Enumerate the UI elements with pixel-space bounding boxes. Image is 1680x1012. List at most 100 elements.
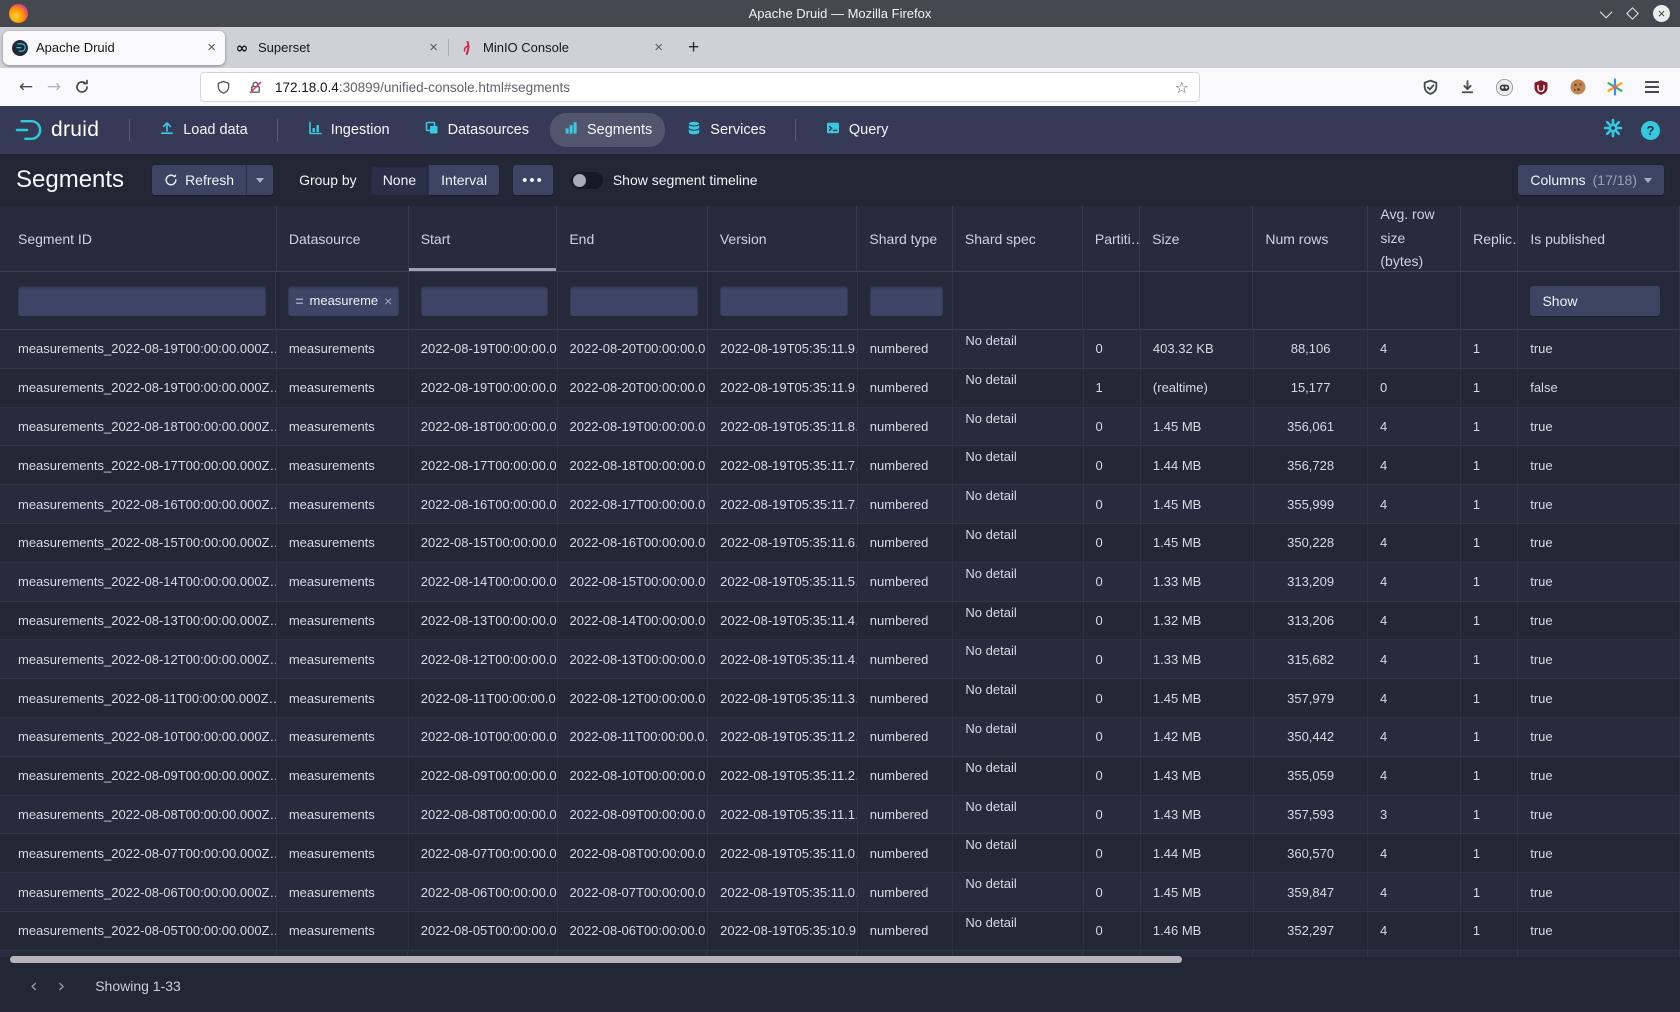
table-row[interactable]: measurements_2022-08-16T00:00:00.000Z…me…: [0, 485, 1680, 524]
back-button[interactable]: ←: [12, 73, 40, 101]
download-icon[interactable]: [1455, 75, 1479, 99]
filter-input[interactable]: [18, 286, 266, 316]
segment-id-cell[interactable]: measurements_2022-08-12T00:00:00.000Z…: [0, 640, 277, 678]
more-options-button[interactable]: •••: [513, 165, 553, 195]
column-header-8[interactable]: Size: [1140, 206, 1253, 271]
segment-id-cell[interactable]: measurements_2022-08-07T00:00:00.000Z…: [0, 834, 277, 872]
column-header-10[interactable]: Avg. row size (bytes): [1368, 206, 1461, 271]
table-row[interactable]: measurements_2022-08-19T00:00:00.000Z…me…: [0, 330, 1680, 369]
segment-id-cell[interactable]: measurements_2022-08-19T00:00:00.000Z…: [0, 330, 277, 368]
extension-mask-icon[interactable]: [1492, 75, 1516, 99]
column-header-1[interactable]: Datasource: [277, 206, 409, 271]
segment-id-cell[interactable]: measurements_2022-08-10T00:00:00.000Z…: [0, 718, 277, 756]
tab-minio-console[interactable]: MinIO Console ×: [450, 31, 672, 65]
cell: 0: [1084, 485, 1141, 523]
table-row[interactable]: measurements_2022-08-12T00:00:00.000Z…me…: [0, 640, 1680, 679]
segment-id-cell[interactable]: measurements_2022-08-16T00:00:00.000Z…: [0, 485, 277, 523]
refresh-button[interactable]: Refresh: [152, 165, 246, 195]
table-row[interactable]: measurements_2022-08-13T00:00:00.000Z…me…: [0, 602, 1680, 641]
table-row[interactable]: measurements_2022-08-07T00:00:00.000Z…me…: [0, 834, 1680, 873]
column-header-12[interactable]: Is published: [1518, 206, 1680, 271]
segment-timeline-toggle[interactable]: [571, 172, 603, 189]
segment-id-cell[interactable]: measurements_2022-08-05T00:00:00.000Z…: [0, 912, 277, 950]
table-row[interactable]: measurements_2022-08-10T00:00:00.000Z…me…: [0, 718, 1680, 757]
forward-button[interactable]: →: [40, 73, 68, 101]
column-header-3[interactable]: End: [557, 206, 708, 271]
column-header-0[interactable]: Segment ID: [0, 206, 277, 271]
bookmark-star-icon[interactable]: ☆: [1175, 78, 1189, 97]
url-bar[interactable]: 172.18.0.4:30899/unified-console.html#se…: [200, 72, 1200, 102]
new-tab-button[interactable]: +: [680, 37, 707, 59]
group-by-interval-button[interactable]: Interval: [428, 165, 499, 195]
help-icon[interactable]: ?: [1641, 121, 1660, 140]
segment-id-cell[interactable]: measurements_2022-08-06T00:00:00.000Z…: [0, 873, 277, 911]
table-row[interactable]: measurements_2022-08-17T00:00:00.000Z…me…: [0, 446, 1680, 485]
cell: [1461, 951, 1518, 957]
table-row[interactable]: measurements_2022-08-06T00:00:00.000Z…me…: [0, 873, 1680, 912]
segment-id-cell[interactable]: measurements_2022-08-15T00:00:00.000Z…: [0, 524, 277, 562]
nav-services[interactable]: Services: [673, 113, 779, 147]
segment-id-cell[interactable]: measurements_2022-08-19T00:00:00.000Z…: [0, 369, 277, 407]
tracking-protection-icon[interactable]: [211, 75, 235, 99]
cell: [1368, 951, 1461, 957]
filter-input[interactable]: [720, 286, 847, 316]
next-page-button[interactable]: ›: [48, 971, 76, 1001]
filter-input[interactable]: [870, 286, 943, 316]
refresh-dropdown-button[interactable]: [246, 165, 273, 195]
nav-datasources[interactable]: Datasources: [411, 113, 542, 147]
column-header-9[interactable]: Num rows: [1253, 206, 1368, 271]
column-header-7[interactable]: Partiti…: [1083, 206, 1140, 271]
nav-load-data[interactable]: Load data: [146, 113, 261, 147]
group-by-none-button[interactable]: None: [371, 165, 428, 195]
nav-segments[interactable]: Segments: [550, 113, 665, 147]
column-header-4[interactable]: Version: [708, 206, 858, 271]
table-row[interactable]: measurements_2022-08-14T00:00:00.000Z…me…: [0, 563, 1680, 602]
close-window-icon[interactable]: ×: [1653, 5, 1670, 22]
nav-ingestion[interactable]: Ingestion: [294, 113, 403, 147]
segment-id-cell[interactable]: measurements_2022-08-14T00:00:00.000Z…: [0, 563, 277, 601]
url-text: 172.18.0.4:30899/unified-console.html#se…: [275, 80, 1167, 95]
segment-id-cell[interactable]: measurements_2022-08-08T00:00:00.000Z…: [0, 796, 277, 834]
segment-id-cell[interactable]: measurements_2022-08-18T00:00:00.000Z…: [0, 408, 277, 446]
segment-id-cell[interactable]: measurements_2022-08-09T00:00:00.000Z…: [0, 757, 277, 795]
segment-id-cell[interactable]: measurements_2022-08-17T00:00:00.000Z…: [0, 446, 277, 484]
columns-button[interactable]: Columns (17/18): [1518, 165, 1664, 195]
tab-close-icon[interactable]: ×: [429, 39, 438, 56]
tab-close-icon[interactable]: ×: [207, 39, 216, 56]
column-header-5[interactable]: Shard type: [857, 206, 952, 271]
reload-button[interactable]: [68, 73, 96, 101]
table-row[interactable]: measurements_2022-08-18T00:00:00.000Z…me…: [0, 408, 1680, 447]
horizontal-scrollbar-thumb[interactable]: [10, 956, 1182, 963]
table-row[interactable]: measurements_2022-08-08T00:00:00.000Z…me…: [0, 796, 1680, 835]
cookie-extension-icon[interactable]: [1566, 75, 1590, 99]
is-published-filter-button[interactable]: Show: [1530, 286, 1660, 316]
extension-snowflake-icon[interactable]: [1603, 75, 1627, 99]
filter-input[interactable]: [570, 286, 698, 316]
prev-page-button[interactable]: ‹: [20, 971, 48, 1001]
segment-id-cell[interactable]: measurements_2022-08-11T00:00:00.000Z…: [0, 679, 277, 717]
druid-logo[interactable]: druid: [14, 117, 99, 143]
ublock-origin-icon[interactable]: [1529, 75, 1553, 99]
protections-shield-icon[interactable]: [1418, 75, 1442, 99]
tab-close-icon[interactable]: ×: [654, 39, 663, 56]
table-row[interactable]: measurements_2022-08-11T00:00:00.000Z…me…: [0, 679, 1680, 718]
column-header-2[interactable]: Start: [409, 206, 558, 271]
tab-superset[interactable]: ∞ Superset ×: [225, 31, 447, 65]
table-row[interactable]: measurements_2022-08-09T00:00:00.000Z…me…: [0, 757, 1680, 796]
table-row[interactable]: measurements_2022-08-05T00:00:00.000Z…me…: [0, 912, 1680, 951]
datasource-filter-input[interactable]: =measureme×: [288, 286, 399, 316]
remove-filter-icon[interactable]: ×: [384, 293, 392, 309]
table-row[interactable]: measurements_2022-08-19T00:00:00.000Z…me…: [0, 369, 1680, 408]
table-row[interactable]: measurements_2022-08-15T00:00:00.000Z…me…: [0, 524, 1680, 563]
nav-query[interactable]: Query: [812, 113, 902, 147]
cell: 1.45 MB: [1141, 485, 1254, 523]
tab-apache-druid[interactable]: Apache Druid ×: [3, 31, 225, 65]
menu-hamburger-icon[interactable]: [1640, 75, 1664, 99]
segment-id-cell[interactable]: measurements_2022-08-13T00:00:00.000Z…: [0, 602, 277, 640]
settings-gear-icon[interactable]: [1603, 118, 1623, 143]
connection-not-secure-icon[interactable]: [243, 75, 267, 99]
column-header-6[interactable]: Shard spec: [953, 206, 1083, 271]
filter-input[interactable]: [421, 286, 547, 316]
maximize-icon[interactable]: [1626, 7, 1639, 20]
column-header-11[interactable]: Replic…: [1461, 206, 1518, 271]
